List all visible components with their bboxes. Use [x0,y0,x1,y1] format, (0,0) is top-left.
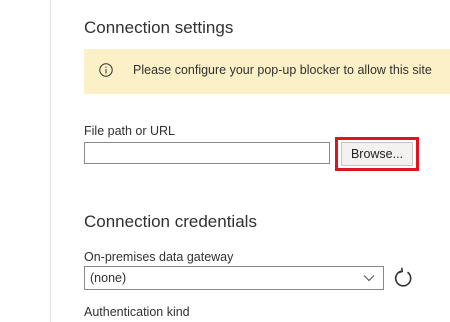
file-path-label: File path or URL [84,124,176,138]
refresh-icon[interactable] [392,266,414,290]
gateway-dropdown[interactable]: (none) [84,266,384,290]
info-banner-message: Please configure your pop-up blocker to … [133,63,432,77]
gateway-label: On-premises data gateway [84,250,234,264]
left-divider [50,0,51,322]
gateway-selected-value: (none) [90,271,127,285]
chevron-down-icon [363,275,375,282]
info-icon [99,63,113,77]
authentication-kind-label: Authentication kind [84,305,190,319]
file-path-input[interactable] [84,142,330,164]
connection-credentials-heading: Connection credentials [84,212,257,231]
browse-button[interactable]: Browse... [341,142,413,166]
connection-settings-heading: Connection settings [84,18,234,37]
info-banner: Please configure your pop-up blocker to … [84,49,450,94]
